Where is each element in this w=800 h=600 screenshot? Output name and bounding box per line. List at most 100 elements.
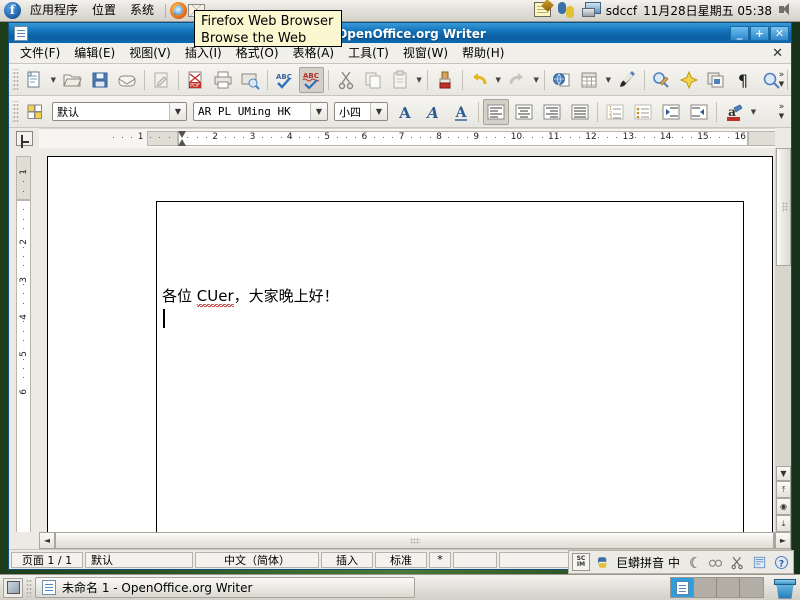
undo-button[interactable] (467, 67, 492, 93)
insert-table-dropdown[interactable]: ▼ (603, 67, 614, 93)
spellcheck-button[interactable]: ABC (271, 67, 296, 93)
font-color-button[interactable]: a (721, 99, 747, 125)
show-draw-functions-button[interactable] (615, 67, 640, 93)
copy-button[interactable] (360, 67, 385, 93)
apply-style-combo[interactable]: 默认 ▼ (52, 102, 187, 121)
menu-edit[interactable]: 编辑(E) (67, 43, 122, 63)
underline-button[interactable]: A (448, 99, 474, 125)
workspace-1[interactable] (671, 578, 694, 597)
insert-hyperlink-button[interactable] (549, 67, 574, 93)
cut-button[interactable] (333, 67, 358, 93)
menu-tools[interactable]: 工具(T) (341, 43, 396, 63)
scim-setup-icon[interactable] (728, 553, 746, 571)
paste-dropdown[interactable]: ▼ (414, 67, 425, 93)
formatting-marks-button[interactable]: ¶ (731, 67, 756, 93)
half-full-width-icon[interactable] (684, 553, 702, 571)
notes-tray-icon[interactable] (533, 1, 552, 20)
vertical-ruler[interactable]: 1 2 3 4 5 6 (9, 148, 39, 532)
insert-table-button[interactable] (577, 67, 602, 93)
scim-toggle-button[interactable]: SC IM (571, 553, 590, 571)
scim-mode-label[interactable]: 中 (668, 554, 680, 571)
apply-style-chevron-down-icon[interactable]: ▼ (169, 103, 186, 120)
status-page[interactable]: 页面 1 / 1 (11, 551, 83, 568)
status-language[interactable]: 中文（简体） (195, 551, 319, 568)
punctuation-mode-icon[interactable] (706, 553, 724, 571)
hscroll-thumb[interactable] (56, 533, 774, 548)
navigation-button[interactable]: ◉ (776, 498, 791, 515)
status-insert-mode[interactable]: 插入 (321, 551, 373, 568)
menu-view[interactable]: 视图(V) (122, 43, 178, 63)
font-name-combo[interactable]: AR PL UMing HK ▼ (193, 102, 328, 121)
status-modified[interactable]: * (429, 551, 451, 568)
print-preview-button[interactable] (237, 67, 262, 93)
new-document-button[interactable] (22, 67, 47, 93)
workspace-3[interactable] (717, 578, 740, 597)
clone-formatting-button[interactable] (432, 67, 457, 93)
vscroll-thumb[interactable] (776, 148, 791, 266)
toolbar-grip[interactable] (12, 68, 19, 91)
status-selection-mode[interactable]: 标准 (375, 551, 427, 568)
font-color-dropdown[interactable]: ▼ (748, 99, 759, 125)
new-document-dropdown[interactable]: ▼ (48, 67, 59, 93)
maximize-button[interactable]: + (750, 25, 769, 41)
python-tray-icon[interactable] (557, 1, 576, 20)
close-button[interactable]: ✕ (770, 25, 789, 41)
minimize-button[interactable]: _ (730, 25, 749, 41)
scim-help-icon[interactable]: ? (772, 553, 790, 571)
numbered-list-button[interactable]: 123 (602, 99, 628, 125)
open-button[interactable] (60, 67, 85, 93)
scim-toolbar-icon[interactable] (750, 553, 768, 571)
font-name-chevron-down-icon[interactable]: ▼ (310, 103, 327, 120)
ruler-corner-button[interactable] (9, 128, 39, 148)
fedora-logo-icon[interactable]: f (4, 2, 21, 19)
vscroll-down-button[interactable]: ▼ (776, 466, 791, 481)
undo-dropdown[interactable]: ▼ (493, 67, 504, 93)
clock-label[interactable]: 11月28日星期五 05:38 (643, 2, 772, 19)
toolbar-grip[interactable] (12, 100, 19, 123)
align-justify-button[interactable] (567, 99, 593, 125)
status-digital-signature[interactable] (453, 551, 497, 568)
menu-window[interactable]: 视窗(W) (396, 43, 455, 63)
document-scroll-area[interactable]: 各位 CUer，大家晚上好！ (39, 148, 775, 532)
applications-menu[interactable]: 应用程序 (23, 0, 85, 21)
system-menu[interactable]: 系统 (123, 0, 161, 21)
menu-help[interactable]: 帮助(H) (455, 43, 511, 63)
gallery-button[interactable] (676, 67, 701, 93)
python-snake-icon[interactable] (594, 553, 612, 571)
indent-marker[interactable] (178, 131, 187, 146)
workspace-switcher[interactable] (670, 577, 764, 598)
redo-button[interactable] (505, 67, 530, 93)
trash-icon[interactable] (773, 578, 796, 598)
autospellcheck-button[interactable]: ABC (298, 66, 324, 93)
export-pdf-button[interactable]: PDF (183, 67, 208, 93)
taskbar-grip[interactable] (26, 578, 32, 597)
bold-button[interactable]: A (392, 99, 418, 125)
paste-button[interactable] (388, 67, 413, 93)
menu-file[interactable]: 文件(F) (13, 43, 67, 63)
redo-dropdown[interactable]: ▼ (531, 67, 542, 93)
network-tray-icon[interactable] (581, 1, 601, 20)
scim-engine-label[interactable]: 巨蟒拼音 (616, 554, 664, 571)
print-button[interactable] (210, 67, 235, 93)
find-replace-button[interactable] (649, 67, 674, 93)
font-size-combo[interactable]: 小四 ▼ (334, 102, 388, 121)
workspace-4[interactable] (740, 578, 763, 597)
next-page-button[interactable]: ⤓ (776, 515, 791, 532)
document-page[interactable]: 各位 CUer，大家晚上好！ (47, 156, 773, 532)
font-size-chevron-down-icon[interactable]: ▼ (370, 103, 387, 120)
edit-file-button[interactable] (148, 67, 173, 93)
align-left-button[interactable] (483, 98, 509, 125)
hscroll-right-button[interactable]: ► (775, 532, 791, 549)
workspace-2[interactable] (694, 578, 717, 597)
vscroll-track[interactable] (776, 148, 791, 466)
show-desktop-button[interactable] (3, 577, 23, 598)
previous-page-button[interactable]: ⤒ (776, 481, 791, 498)
status-page-style[interactable]: 默认 (85, 551, 193, 568)
data-sources-button[interactable] (703, 67, 728, 93)
firefox-launcher-icon[interactable] (170, 1, 188, 20)
bulleted-list-button[interactable] (630, 99, 656, 125)
email-document-button[interactable] (114, 67, 139, 93)
speaker-icon[interactable] (778, 2, 796, 20)
standard-toolbar-overflow[interactable]: » ▼ (774, 64, 789, 96)
vertical-scrollbar[interactable]: ▼ ⤒ ◉ ⤓ (775, 148, 791, 532)
